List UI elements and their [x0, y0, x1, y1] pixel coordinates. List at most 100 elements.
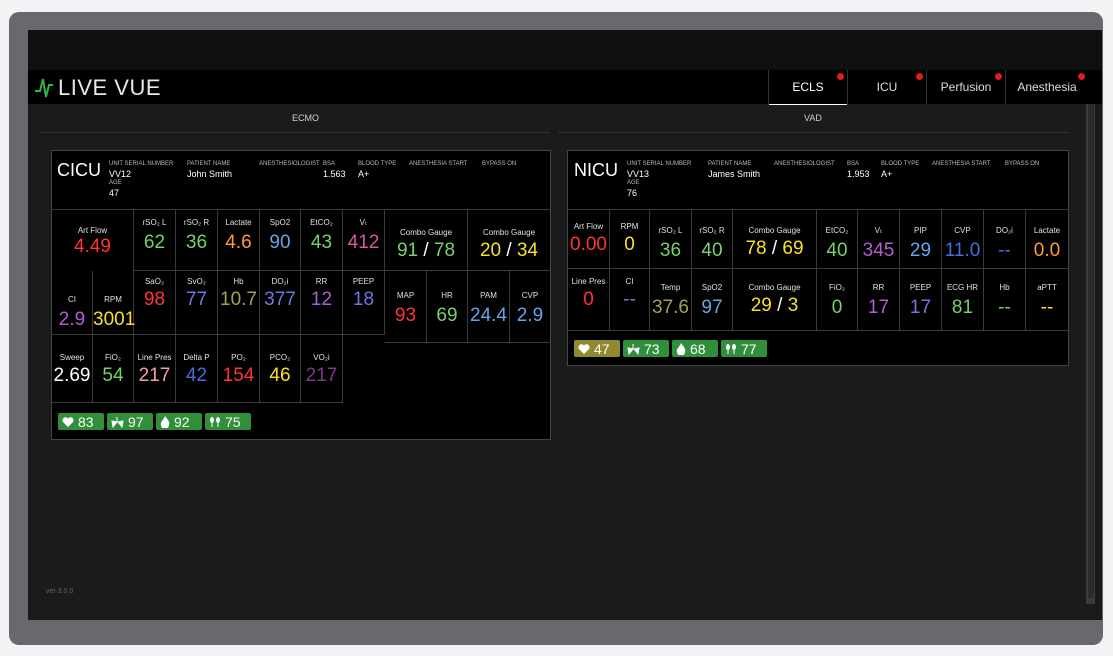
metric-label: SpO2: [701, 283, 723, 292]
scrollbar-thumb[interactable]: [1088, 104, 1094, 598]
cell-pam[interactable]: PAM 24.4: [468, 271, 510, 343]
cell-rso2-l[interactable]: rSO₂ L 36: [650, 209, 692, 269]
cell-cvp[interactable]: CVP 2.9: [510, 271, 550, 343]
patient-age: 76: [627, 188, 638, 198]
tab-perfusion[interactable]: Perfusion: [926, 70, 1005, 104]
cell-peep[interactable]: PEEP 18: [343, 271, 385, 335]
status-badge[interactable]: 77: [721, 340, 767, 357]
cell-vt[interactable]: Vₜ 412: [343, 209, 385, 271]
cell-hr[interactable]: HR 69: [427, 271, 468, 343]
status-badge[interactable]: 92: [156, 413, 202, 430]
metric-label: Hb: [999, 283, 1010, 292]
cell-rpm[interactable]: RPM 3001: [93, 271, 135, 335]
cell-rpm[interactable]: RPM 0: [610, 209, 650, 269]
cell-rso2-l[interactable]: rSO₂ L 62: [134, 209, 176, 271]
cell-peep[interactable]: PEEP 17: [900, 269, 942, 331]
cell-fio2[interactable]: FiO₂ 54: [93, 335, 134, 403]
cell-rr[interactable]: RR 12: [301, 271, 343, 335]
cell-lactate[interactable]: Lactate 0.0: [1026, 209, 1068, 269]
header-label: BSA: [323, 161, 336, 167]
cell-do2i[interactable]: DO₂i 377: [260, 271, 301, 335]
metric-value: 24.4: [470, 305, 507, 326]
cell-rso2-r[interactable]: rSO₂ R 36: [176, 209, 218, 271]
section-label-vad: VAD: [804, 113, 822, 123]
cell-rso2-r[interactable]: rSO₂ R 40: [692, 209, 733, 269]
cell-ci[interactable]: CI 2.9: [52, 271, 93, 335]
cell-etco2[interactable]: EtCO₂ 40: [817, 209, 858, 269]
cell-ecg-hr[interactable]: ECG HR 81: [942, 269, 984, 331]
metric-value: 43: [310, 232, 333, 253]
cell-do2i[interactable]: DO₂i --: [984, 209, 1026, 269]
cell-spo2[interactable]: SpO2 90: [260, 209, 301, 271]
section-label-ecmo: ECMO: [292, 113, 319, 123]
cell-sao2[interactable]: SaO₂ 98: [134, 271, 176, 335]
alert-dot-icon: [995, 73, 1002, 80]
cell-combo-gauge-2[interactable]: Combo Gauge 29 / 3: [733, 269, 817, 331]
cell-combo-gauge-1[interactable]: Combo Gauge 78 / 69: [733, 209, 817, 269]
bottom-bar: [28, 606, 1102, 620]
cell-fio2[interactable]: FiO₂ 0: [817, 269, 858, 331]
metric-value: 345: [862, 240, 895, 261]
metric-label: RPM: [104, 295, 122, 304]
status-badge[interactable]: 83: [58, 413, 104, 430]
metric-value: 412: [347, 232, 380, 253]
cell-combo-gauge-2[interactable]: Combo Gauge 20 / 34: [468, 209, 550, 271]
cell-hb[interactable]: Hb --: [984, 269, 1026, 331]
cell-pco2[interactable]: PCO₂ 46: [260, 335, 301, 403]
metric-label: PEEP: [352, 277, 375, 286]
cell-line-pres[interactable]: Line Pres 0: [568, 269, 610, 331]
tab-ecls[interactable]: ECLS: [768, 70, 847, 105]
vad-panel: NICU UNIT SERIAL NUMBER VV13 AGE 76 PATI…: [567, 150, 1069, 366]
metric-label: Lactate: [225, 218, 252, 227]
status-badge[interactable]: 75: [205, 413, 251, 430]
cell-line-pres[interactable]: Line Pres 217: [134, 335, 176, 403]
cell-spo2[interactable]: SpO2 97: [692, 269, 733, 331]
version-label: ver 3.0.0: [46, 588, 74, 595]
cell-delta-p[interactable]: Delta P 42: [176, 335, 218, 403]
status-badge[interactable]: 73: [623, 340, 669, 357]
metric-value: 17: [909, 297, 932, 318]
status-badge[interactable]: 68: [672, 340, 718, 357]
badge-value: 75: [225, 413, 241, 430]
cell-vo2i[interactable]: VO₂i 217: [301, 335, 343, 403]
tab-anesthesia[interactable]: Anesthesia: [1005, 70, 1088, 104]
cell-vt[interactable]: Vₜ 345: [858, 209, 900, 269]
status-badge[interactable]: 97: [107, 413, 153, 430]
cell-sweep[interactable]: Sweep 2.69: [52, 335, 93, 403]
combo-value-a: 91: [396, 240, 419, 261]
cell-po2[interactable]: PO₂ 154: [218, 335, 260, 403]
cell-rr[interactable]: RR 17: [858, 269, 900, 331]
cell-map[interactable]: MAP 93: [385, 271, 427, 343]
bsa-value: 1.563: [323, 169, 346, 179]
metric-value: --: [623, 289, 636, 310]
kidneys-icon: [210, 416, 220, 427]
cell-hb[interactable]: Hb 10.7: [218, 271, 260, 335]
metric-label: aPTT: [1037, 283, 1057, 292]
cell-art-flow[interactable]: Art Flow 0.00: [568, 209, 610, 269]
pulse-logo-icon: [35, 78, 53, 98]
cell-ci[interactable]: CI --: [610, 269, 650, 331]
metric-value: 4.49: [74, 236, 111, 257]
flame-icon: [676, 342, 686, 355]
badge-value: 47: [594, 340, 610, 357]
cell-cvp[interactable]: CVP 11.0: [942, 209, 984, 269]
header-label: UNIT SERIAL NUMBER: [627, 161, 692, 167]
badge-value: 92: [174, 413, 190, 430]
cell-aptt[interactable]: aPTT --: [1026, 269, 1068, 331]
status-badge[interactable]: 47: [574, 340, 620, 357]
metric-label: RR: [315, 277, 328, 286]
cell-combo-gauge-1[interactable]: Combo Gauge 91 / 78: [385, 209, 468, 271]
lungs-icon: [627, 343, 640, 355]
metric-value: 217: [305, 365, 338, 386]
cell-lactate[interactable]: Lactate 4.6: [218, 209, 260, 271]
metric-value: 154: [222, 365, 255, 386]
cell-pip[interactable]: PIP 29: [900, 209, 942, 269]
cell-temp[interactable]: Temp 37.6: [650, 269, 692, 331]
cell-svo2[interactable]: SvO₂ 77: [176, 271, 218, 335]
tab-icu[interactable]: ICU: [847, 70, 926, 104]
combo-value: 91 / 78: [385, 240, 467, 262]
metric-label: Combo Gauge: [748, 283, 801, 292]
metric-value: 77: [185, 289, 208, 310]
metric-value: 10.7: [220, 289, 257, 310]
cell-etco2[interactable]: EtCO₂ 43: [301, 209, 343, 271]
